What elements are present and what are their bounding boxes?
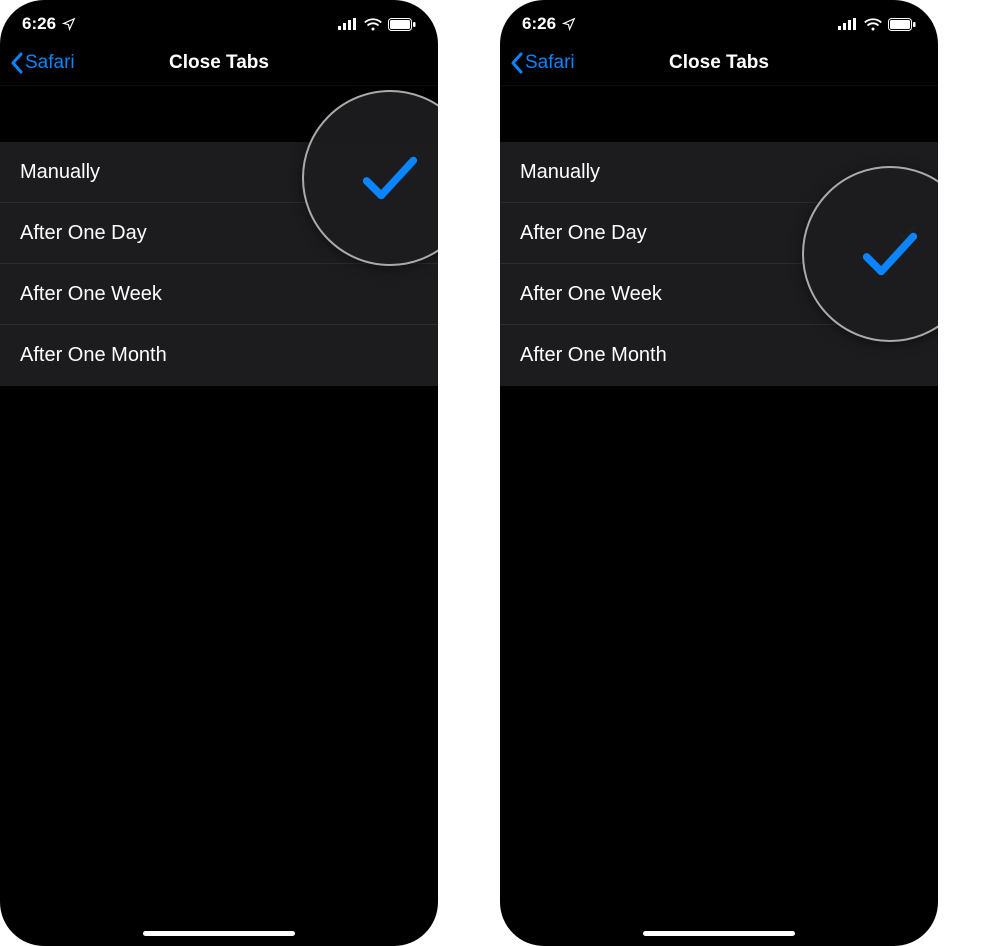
option-after-one-month[interactable]: After One Month <box>0 325 438 386</box>
back-button[interactable]: Safari <box>10 52 75 74</box>
chevron-left-icon <box>10 52 23 74</box>
page-title: Close Tabs <box>169 52 269 74</box>
option-label: Manually <box>20 161 100 184</box>
option-after-one-week[interactable]: After One Week <box>0 264 438 325</box>
back-label: Safari <box>525 52 575 74</box>
checkmark-icon <box>850 219 930 289</box>
option-label: Manually <box>520 161 600 184</box>
option-label: After One Month <box>20 344 167 367</box>
option-label: After One Day <box>20 222 147 245</box>
battery-icon <box>388 18 416 31</box>
wifi-icon <box>864 18 882 31</box>
option-label: After One Day <box>520 222 647 245</box>
status-time: 6:26 <box>522 14 556 34</box>
phone-screenshot-left: 6:26 Safari Close Tabs Ma <box>0 0 438 946</box>
home-indicator[interactable] <box>643 931 795 936</box>
chevron-left-icon <box>510 52 523 74</box>
checkmark-icon <box>350 143 430 213</box>
home-indicator[interactable] <box>143 931 295 936</box>
battery-icon <box>888 18 916 31</box>
navigation-bar: Safari Close Tabs <box>0 40 438 86</box>
phone-screenshot-right: 6:26 Safari Close Tabs Ma <box>500 0 938 946</box>
cellular-signal-icon <box>338 18 358 30</box>
option-label: After One Week <box>520 283 662 306</box>
status-bar: 6:26 <box>500 0 938 40</box>
location-icon <box>562 17 576 31</box>
wifi-icon <box>364 18 382 31</box>
status-bar: 6:26 <box>0 0 438 40</box>
page-title: Close Tabs <box>669 52 769 74</box>
cellular-signal-icon <box>838 18 858 30</box>
status-time: 6:26 <box>22 14 56 34</box>
option-label: After One Week <box>20 283 162 306</box>
navigation-bar: Safari Close Tabs <box>500 40 938 86</box>
back-button[interactable]: Safari <box>510 52 575 74</box>
back-label: Safari <box>25 52 75 74</box>
option-label: After One Month <box>520 344 667 367</box>
location-icon <box>62 17 76 31</box>
